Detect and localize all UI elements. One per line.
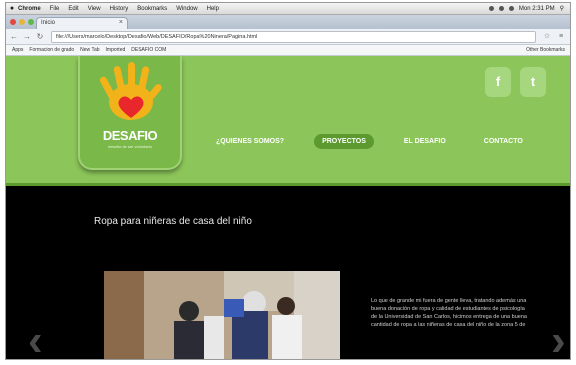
next-arrow-icon[interactable]: ›	[551, 319, 566, 360]
star-icon[interactable]: ☆	[542, 32, 552, 42]
tab-title: Inicio	[41, 20, 56, 26]
facebook-icon[interactable]: f	[485, 67, 511, 97]
reload-icon[interactable]: ↻	[35, 32, 45, 42]
menu-history[interactable]: History	[110, 6, 129, 12]
back-icon[interactable]: ←	[9, 32, 19, 42]
bookmark-other[interactable]: Other Bookmarks	[526, 47, 565, 53]
menu-help[interactable]: Help	[207, 6, 219, 12]
menu-icon[interactable]: ≡	[556, 32, 566, 42]
menu-view[interactable]: View	[88, 6, 101, 12]
nav-contacto[interactable]: CONTACTO	[484, 138, 523, 145]
menu-chrome[interactable]: Chrome	[18, 6, 41, 12]
nav-el-desafio[interactable]: EL DESAFIO	[404, 138, 446, 145]
project-photo[interactable]	[104, 271, 340, 360]
site-header: DESAFIO desafío de ser voluntario ¿QUIEN…	[6, 56, 570, 183]
forward-icon[interactable]: →	[22, 32, 32, 42]
site-logo[interactable]: DESAFIO desafío de ser voluntario	[78, 56, 182, 170]
previous-arrow-icon[interactable]: ‹	[28, 319, 43, 360]
bookmark-new-tab[interactable]: New Tab	[80, 47, 99, 53]
zoom-window-icon[interactable]	[28, 19, 34, 25]
bookmark-formacion[interactable]: Formacion de grado	[29, 47, 74, 53]
logo-text: DESAFIO	[102, 128, 158, 143]
nav-proyectos[interactable]: PROYECTOS	[314, 134, 374, 149]
nav-quienes-somos[interactable]: ¿QUIENES SOMOS?	[216, 138, 284, 145]
volume-icon[interactable]	[498, 6, 504, 11]
address-bar[interactable]: file:///Users/marcelo/Desktop/Desafio/We…	[51, 30, 536, 43]
browser-tab[interactable]: Inicio ×	[36, 17, 128, 29]
wifi-icon[interactable]	[488, 6, 494, 11]
bookmark-apps[interactable]: Apps	[12, 47, 23, 53]
window-controls	[10, 19, 34, 25]
logo-subtitle: desafío de ser voluntario	[108, 144, 152, 149]
header-divider	[6, 183, 570, 186]
menu-window[interactable]: Window	[176, 6, 197, 12]
apple-icon[interactable]: ●	[6, 5, 18, 12]
menu-edit[interactable]: Edit	[68, 6, 78, 12]
menubar-clock[interactable]: Mon 2:31 PM	[519, 6, 555, 12]
page-title: Ropa para niñeras de casa del niño	[94, 216, 252, 227]
twitter-icon[interactable]: t	[520, 67, 546, 97]
search-icon[interactable]: ⚲	[560, 5, 564, 12]
bookmark-desafio[interactable]: DESAFIO COM	[131, 47, 166, 53]
bookmark-imported[interactable]: Imported	[106, 47, 126, 53]
menu-file[interactable]: File	[50, 6, 60, 12]
tab-close-icon[interactable]: ×	[119, 19, 123, 26]
menu-bookmarks[interactable]: Bookmarks	[137, 6, 167, 12]
browser-toolbar: ← → ↻ file:///Users/marcelo/Desktop/Desa…	[6, 29, 570, 45]
site-nav: ¿QUIENES SOMOS? PROYECTOS EL DESAFIO CON…	[216, 134, 561, 149]
hand-heart-icon	[99, 62, 162, 120]
browser-window: ● Chrome File Edit View History Bookmark…	[5, 2, 571, 360]
mac-menubar: ● Chrome File Edit View History Bookmark…	[6, 3, 570, 15]
minimize-window-icon[interactable]	[19, 19, 25, 25]
battery-icon[interactable]	[508, 6, 514, 11]
tab-strip: Inicio ×	[6, 15, 570, 29]
bookmarks-bar: Apps Formacion de grado New Tab Imported…	[6, 45, 570, 56]
close-window-icon[interactable]	[10, 19, 16, 25]
status-icons: Mon 2:31 PM ⚲	[488, 5, 570, 12]
project-description: Lo que de grande mi fuera de gente lleva…	[371, 298, 527, 328]
